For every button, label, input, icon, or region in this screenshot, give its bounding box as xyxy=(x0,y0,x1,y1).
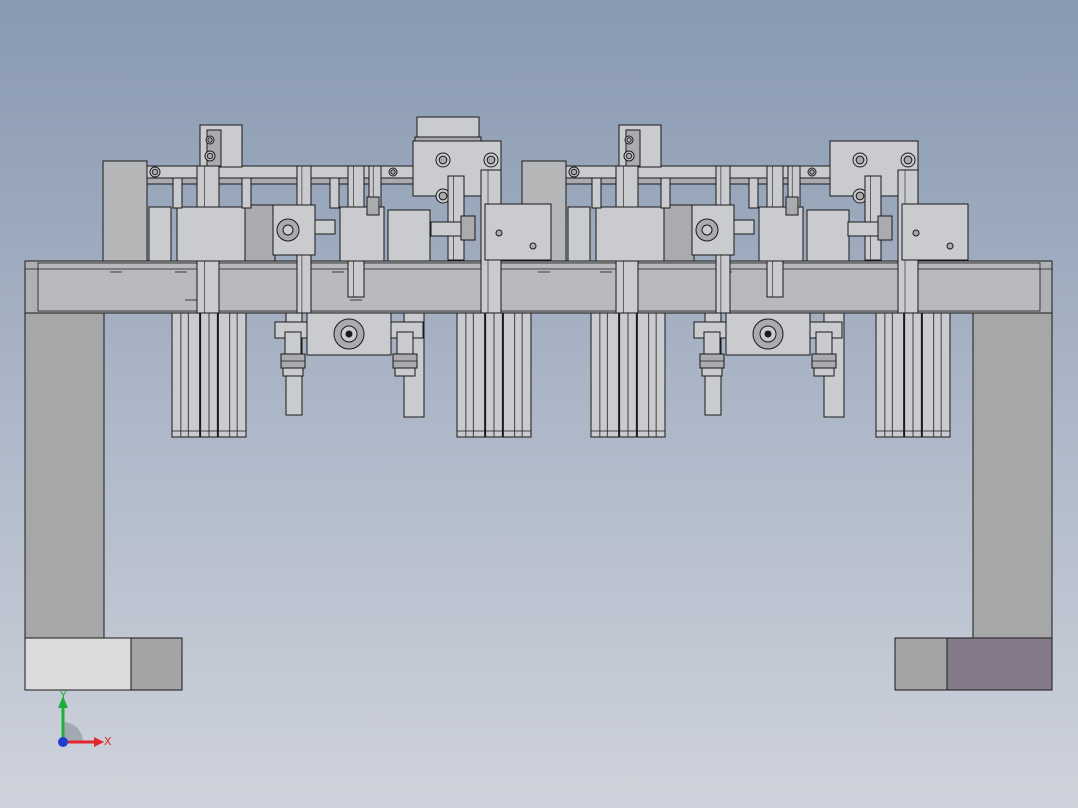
bracket-screw-3-inner xyxy=(438,191,448,201)
right-foot-block xyxy=(946,637,1053,691)
actuator-fitting-nut xyxy=(460,215,476,241)
swivel-core xyxy=(701,224,713,236)
rear-rail-shadow xyxy=(563,177,855,185)
actuator-fitting xyxy=(430,221,462,237)
swivel-stem xyxy=(314,219,336,235)
mid-screw xyxy=(785,196,799,216)
plate-face xyxy=(37,262,1041,312)
valve-block-1-port-center xyxy=(345,330,353,338)
post-3 xyxy=(748,177,759,209)
rail-bolt-right xyxy=(388,167,398,177)
clamp-pin xyxy=(205,135,215,145)
bracket-screw-1-inner xyxy=(438,155,448,165)
mid-block-2 xyxy=(806,209,850,262)
bracket-screw-2-inner xyxy=(903,155,913,165)
y-axis-label: Y xyxy=(59,689,67,702)
cylinder-cap xyxy=(663,204,695,262)
actuator-block xyxy=(484,203,552,261)
elbow-fitting-4-collar xyxy=(813,367,835,377)
bracket-screw-1 xyxy=(852,152,868,168)
bracket-screw-2 xyxy=(483,152,499,168)
left-foot-spacer xyxy=(130,637,183,691)
clamp-pin xyxy=(624,135,634,145)
actuator-hole-1 xyxy=(495,229,503,237)
mid-screw xyxy=(366,196,380,216)
guide-cylinder-1 xyxy=(171,312,247,438)
assembly-view: Y X xyxy=(24,116,1053,748)
elbow-fitting-3-collar xyxy=(701,367,723,377)
bracket-screw-2-inner xyxy=(486,155,496,165)
actuator-hole-2 xyxy=(946,242,954,250)
clamp-pivot xyxy=(204,150,216,162)
coordinate-triad: Y X xyxy=(58,689,112,748)
clamp-pivot-inner xyxy=(206,152,214,160)
left-leg xyxy=(24,312,105,640)
rail-bolt-left-inner xyxy=(570,168,578,176)
clamp-pin-inner xyxy=(207,137,213,143)
side-block-plate xyxy=(567,206,591,262)
valve-block-2 xyxy=(725,312,811,356)
clamp-pivot xyxy=(623,150,635,162)
rail-bolt-left xyxy=(568,166,580,178)
x-axis-label: X xyxy=(104,735,112,748)
rail-bolt-right-inner xyxy=(390,169,396,175)
actuator-fitting-nut xyxy=(877,215,893,241)
left-foot-block xyxy=(24,637,132,691)
right-foot-spacer xyxy=(894,637,948,691)
cad-viewport[interactable]: Y X xyxy=(0,0,1078,808)
bracket-screw-3-inner xyxy=(855,191,865,201)
clamp-pin-inner xyxy=(626,137,632,143)
guide-cylinder-2 xyxy=(456,312,532,438)
right-leg xyxy=(972,312,1053,640)
side-block xyxy=(102,160,148,262)
cylinder-cap xyxy=(244,204,276,262)
cylinder-block xyxy=(595,206,667,262)
valve-block-1 xyxy=(306,312,392,356)
side-block-plate xyxy=(148,206,172,262)
clamp-pivot-inner xyxy=(625,152,633,160)
valve-block-2-port-center xyxy=(764,330,772,338)
guide-cylinder-3 xyxy=(590,312,666,438)
elbow-fitting-1-collar xyxy=(282,367,304,377)
mid-block-2 xyxy=(387,209,431,262)
rear-rail-shadow xyxy=(144,177,436,185)
guide-cylinder-4 xyxy=(875,312,951,438)
fixture-assembly xyxy=(24,116,1053,691)
actuator-block xyxy=(901,203,969,261)
actuator-hole-2 xyxy=(529,242,537,250)
bracket-screw-2 xyxy=(900,152,916,168)
actuator-hole-1 xyxy=(912,229,920,237)
cylinder-block xyxy=(176,206,248,262)
rail-bolt-right xyxy=(807,167,817,177)
lower-components xyxy=(171,312,951,438)
swivel-core xyxy=(282,224,294,236)
post-2 xyxy=(241,177,252,209)
actuator-fitting xyxy=(847,221,879,237)
bracket-screw-1 xyxy=(435,152,451,168)
x-axis-head xyxy=(94,737,104,747)
elbow-fitting-2-collar xyxy=(394,367,416,377)
swivel-stem xyxy=(733,219,755,235)
actuator-cap xyxy=(416,116,480,138)
post-3 xyxy=(329,177,340,209)
rail-bolt-right-inner xyxy=(809,169,815,175)
rail-bolt-left xyxy=(149,166,161,178)
bracket-screw-1-inner xyxy=(855,155,865,165)
rail-bolt-left-inner xyxy=(151,168,159,176)
post-1 xyxy=(172,177,183,209)
post-1 xyxy=(591,177,602,209)
post-2 xyxy=(660,177,671,209)
z-axis-dot xyxy=(58,737,68,747)
